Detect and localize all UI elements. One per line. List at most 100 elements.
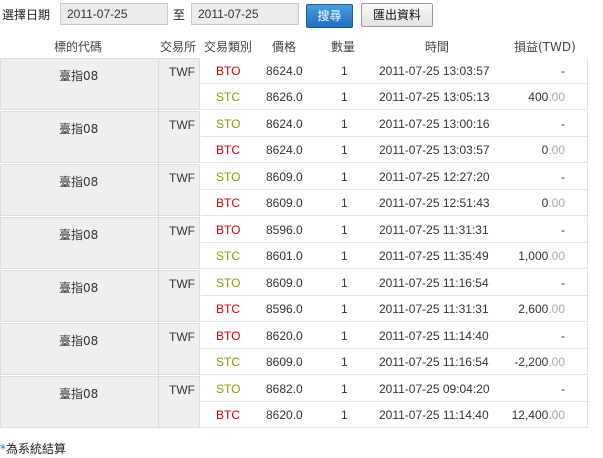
price-value: 8624.0	[266, 117, 303, 131]
time-value: 2011-07-25 09:04:20	[379, 382, 490, 396]
price-value: 8609.0	[266, 355, 303, 369]
quantity-value: 1	[341, 223, 348, 237]
profit-loss-integer: -	[561, 64, 565, 78]
trade-type: BTO	[216, 64, 241, 78]
profit-loss-integer: 12,400	[511, 408, 549, 422]
table-row: BTO 8620.0 1 2011-07-25 11:14:40 -	[201, 323, 588, 349]
start-date-input[interactable]: 2011-07-25	[60, 3, 168, 25]
trade-type: STO	[216, 276, 241, 290]
date-filter-bar: 選擇日期 2011-07-25 至 2011-07-25 搜尋 匯出資料	[0, 0, 603, 30]
table-row: STC 8601.0 1 2011-07-25 11:35:49 1,000.00	[201, 243, 588, 269]
time-value: 2011-07-25 13:03:57	[379, 64, 490, 78]
trade-type: STC	[216, 90, 240, 104]
profit-loss-value: 400.00	[528, 90, 565, 104]
price-value: 8682.0	[266, 382, 303, 396]
table-row: BTC 8596.0 1 2011-07-25 11:31:31 2,600.00	[201, 296, 588, 322]
profit-loss-value: -	[561, 117, 565, 131]
cell-divider	[158, 377, 159, 429]
quantity-value: 1	[341, 90, 348, 104]
exchange-label: TWF	[169, 383, 195, 397]
quantity-value: 1	[341, 329, 348, 343]
trade-group: 臺指08 TWF STO 8609.0 1 2011-07-25 12:27:20 - BTC…	[0, 164, 588, 217]
time-value: 2011-07-25 11:31:31	[379, 302, 489, 316]
profit-loss-integer: -	[561, 170, 565, 184]
price-value: 8626.0	[266, 90, 303, 104]
price-value: 8609.0	[266, 276, 303, 290]
price-value: 8596.0	[266, 302, 303, 316]
symbol-label: 臺指08	[59, 334, 99, 348]
time-value: 2011-07-25 12:27:20	[379, 170, 490, 184]
exchange-label: TWF	[169, 277, 195, 291]
group-info-cell: 臺指08 TWF	[0, 323, 200, 376]
profit-loss-value: -	[561, 64, 565, 78]
end-date-input[interactable]: 2011-07-25	[191, 3, 299, 25]
cell-divider	[158, 218, 159, 270]
time-value: 2011-07-25 11:14:40	[379, 329, 489, 343]
table-row: STO 8624.0 1 2011-07-25 13:00:16 -	[201, 111, 588, 137]
symbol-label: 臺指08	[59, 387, 99, 401]
trade-type: STC	[216, 355, 240, 369]
trade-type: BTO	[216, 223, 241, 237]
search-button[interactable]: 搜尋	[306, 4, 353, 28]
time-value: 2011-07-25 11:35:49	[379, 249, 489, 263]
price-value: 8609.0	[266, 196, 303, 210]
date-range-separator: 至	[173, 8, 186, 22]
trade-group: 臺指08 TWF STO 8682.0 1 2011-07-25 09:04:20 - BTC…	[0, 376, 588, 429]
profit-loss-integer: 2,600	[518, 302, 549, 316]
footnote-text: 為系統結算	[6, 442, 67, 456]
export-data-button[interactable]: 匯出資料	[361, 3, 433, 27]
group-info-cell: 臺指08 TWF	[0, 111, 200, 164]
time-value: 2011-07-25 12:51:43	[379, 196, 490, 210]
quantity-value: 1	[341, 170, 348, 184]
time-value: 2011-07-25 11:16:54	[379, 355, 489, 369]
profit-loss-integer: -	[561, 329, 565, 343]
profit-loss-value: 1,000.00	[518, 249, 565, 263]
quantity-value: 1	[341, 355, 348, 369]
profit-loss-value: -	[561, 170, 565, 184]
profit-loss-value: 0.00	[542, 196, 565, 210]
symbol-label: 臺指08	[59, 69, 99, 83]
header-price: 價格	[272, 40, 297, 54]
trade-type: BTC	[216, 143, 240, 157]
time-value: 2011-07-25 13:03:57	[379, 143, 490, 157]
price-value: 8624.0	[266, 64, 303, 78]
table-row: STO 8682.0 1 2011-07-25 09:04:20 -	[201, 376, 588, 402]
profit-loss-integer: -	[561, 223, 565, 237]
symbol-label: 臺指08	[59, 175, 99, 189]
header-profit-loss: 損益(TWD)	[514, 40, 576, 54]
table-row: STC 8626.0 1 2011-07-25 13:05:13 400.00	[201, 84, 588, 110]
date-filter-label: 選擇日期	[2, 8, 51, 22]
profit-loss-decimal: .00	[548, 249, 565, 263]
price-value: 8601.0	[266, 249, 303, 263]
profit-loss-value: -2,200.00	[514, 355, 565, 369]
exchange-label: TWF	[169, 330, 195, 344]
time-value: 2011-07-25 13:00:16	[379, 117, 490, 131]
table-row: BTC 8620.0 1 2011-07-25 11:14:40 12,400.00	[201, 402, 588, 428]
exchange-label: TWF	[169, 171, 195, 185]
profit-loss-integer: -	[561, 276, 565, 290]
quantity-value: 1	[341, 276, 348, 290]
header-symbol: 標的代碼	[54, 40, 103, 54]
price-value: 8620.0	[266, 408, 303, 422]
time-value: 2011-07-25 11:14:40	[379, 408, 489, 422]
quantity-value: 1	[341, 302, 348, 316]
header-exchange: 交易所	[160, 40, 197, 54]
table-row: STO 8609.0 1 2011-07-25 12:27:20 -	[201, 164, 588, 190]
trade-type: STC	[216, 249, 240, 263]
trade-group: 臺指08 TWF STO 8609.0 1 2011-07-25 11:16:54 - BTC…	[0, 270, 588, 323]
group-info-cell: 臺指08 TWF	[0, 270, 200, 323]
cell-divider	[158, 324, 159, 376]
group-info-cell: 臺指08 TWF	[0, 164, 200, 217]
symbol-label: 臺指08	[59, 281, 99, 295]
trade-type: BTC	[216, 408, 240, 422]
quantity-value: 1	[341, 117, 348, 131]
quantity-value: 1	[341, 408, 348, 422]
profit-loss-integer: 1,000	[518, 249, 549, 263]
table-header: 標的代碼 交易所 交易類別 價格 數量 時間 損益(TWD)	[0, 38, 603, 54]
profit-loss-value: 12,400.00	[512, 408, 565, 422]
price-value: 8620.0	[266, 329, 303, 343]
trade-group: 臺指08 TWF BTO 8596.0 1 2011-07-25 11:31:31 - STC…	[0, 217, 588, 270]
group-info-cell: 臺指08 TWF	[0, 58, 200, 111]
quantity-value: 1	[341, 143, 348, 157]
profit-loss-value: -	[561, 329, 565, 343]
